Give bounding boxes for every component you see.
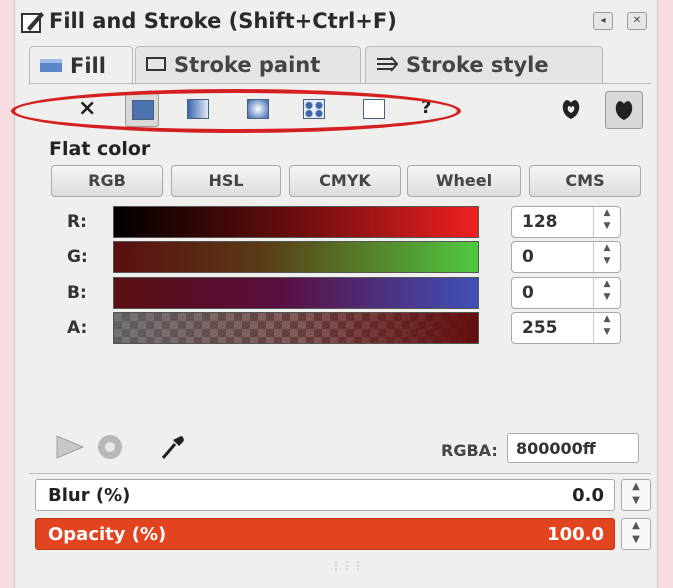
opacity-label: Opacity (%) [48,524,167,545]
rgba-value: 800000ff [516,439,596,458]
fill-rule-nonzero-button[interactable] [605,91,643,129]
tab-fill[interactable]: Fill [29,46,133,85]
stroke-paint-tab-icon [146,53,166,77]
blur-field[interactable]: Blur (%) 0.0 [35,479,615,511]
fill-tab-icon [40,54,62,78]
fill-stroke-app-icon [21,12,44,33]
fill-rule-evenodd-icon [562,100,580,119]
paint-mode-label: Flat color [49,138,151,160]
alpha-value: 255 [522,318,558,338]
blue-label: B: [67,283,87,303]
mode-cmyk-button[interactable]: CMYK [289,165,401,197]
mode-wheel-button[interactable]: Wheel [407,165,521,197]
rgba-label: RGBA: [441,441,498,460]
blue-spin-arrows[interactable]: ▲ ▼ [593,278,620,308]
red-highlight-ellipse [11,89,461,133]
alpha-spinbox[interactable]: 255 ▲ ▼ [511,312,621,344]
blur-label: Blur (%) [48,485,131,506]
red-channel-row: R: 128 ▲ ▼ [51,206,651,240]
alpha-label: A: [67,318,88,338]
mode-rgb-button[interactable]: RGB [51,165,163,197]
red-spin-arrows[interactable]: ▲ ▼ [593,207,620,237]
rgba-input[interactable]: 800000ff [507,433,639,463]
section-divider [29,473,651,474]
tab-stroke-style-label: Stroke style [406,53,549,77]
blue-channel-row: B: 0 ▲ ▼ [51,277,651,311]
green-slider[interactable] [113,241,479,273]
resize-grip[interactable]: ⋮⋮⋮ [331,561,364,572]
blue-spinbox[interactable]: 0 ▲ ▼ [511,277,621,309]
tab-stroke-paint[interactable]: Stroke paint [135,46,361,83]
blur-value: 0.0 [572,485,604,506]
fill-rule-evenodd-button[interactable] [555,93,587,125]
blur-spin-arrows[interactable]: ▲ ▼ [621,479,651,511]
tab-divider [29,83,651,84]
blue-slider[interactable] [113,277,479,309]
tab-fill-label: Fill [70,54,106,78]
opacity-value: 100.0 [547,524,604,545]
fill-stroke-dialog: Fill and Stroke (Shift+Ctrl+F) ◂ ✕ Fill … [11,0,658,588]
fill-rule-nonzero-icon [615,101,633,120]
mode-hsl-button[interactable]: HSL [171,165,281,197]
stroke-style-tab-icon [376,53,399,77]
tab-stroke-paint-label: Stroke paint [174,53,321,77]
red-slider[interactable] [113,206,479,238]
color-managed-icon[interactable] [53,432,87,462]
eyedropper-icon[interactable] [157,432,187,462]
opacity-field[interactable]: Opacity (%) 100.0 [35,518,615,550]
red-label: R: [67,212,87,232]
collapse-button[interactable]: ◂ [593,12,613,30]
green-spin-arrows[interactable]: ▲ ▼ [593,242,620,272]
opacity-spin-arrows[interactable]: ▲ ▼ [621,518,651,550]
dialog-title: Fill and Stroke (Shift+Ctrl+F) [49,9,397,33]
tab-stroke-style[interactable]: Stroke style [365,46,603,83]
green-channel-row: G: 0 ▲ ▼ [51,241,651,275]
alpha-spin-arrows[interactable]: ▲ ▼ [593,313,620,343]
red-spinbox[interactable]: 128 ▲ ▼ [511,206,621,238]
out-of-gamut-icon[interactable] [95,432,125,462]
green-spinbox[interactable]: 0 ▲ ▼ [511,241,621,273]
alpha-slider[interactable] [113,312,479,344]
red-value: 128 [522,212,558,232]
alpha-channel-row: A: 255 ▲ ▼ [51,312,651,346]
mode-cms-button[interactable]: CMS [529,165,641,197]
green-label: G: [67,247,88,267]
green-value: 0 [522,247,534,267]
close-button[interactable]: ✕ [627,12,647,30]
blue-value: 0 [522,283,534,303]
title-bar: Fill and Stroke (Shift+Ctrl+F) ◂ ✕ [15,0,657,44]
